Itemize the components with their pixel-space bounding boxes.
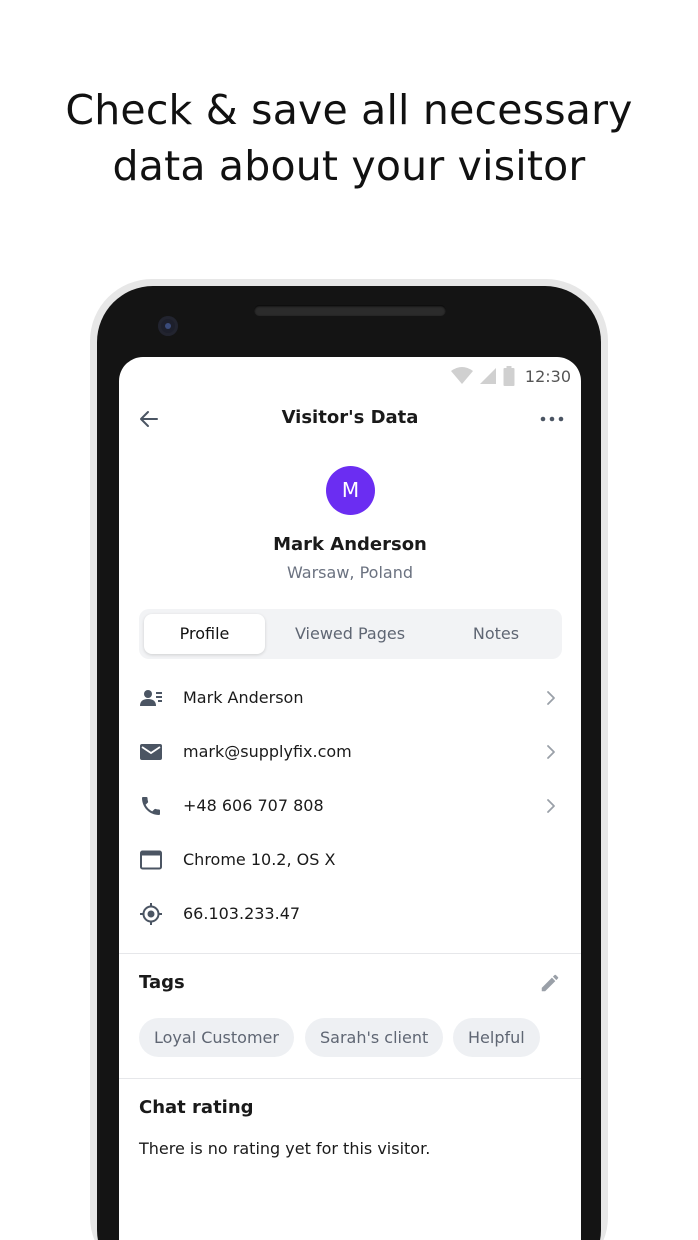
divider [119,953,581,954]
more-options-button[interactable] [539,407,565,431]
battery-icon [503,366,515,386]
headline-line-2: data about your visitor [112,142,586,190]
detail-row-phone[interactable]: +48 606 707 808 [119,779,581,833]
tab-profile[interactable]: Profile [144,614,265,654]
chevron-right-icon [547,745,555,759]
phone-screen: 12:30 Visitor's Data M Mark Anderson War… [119,357,581,1240]
phone-speaker [254,305,446,316]
app-header: Visitor's Data [119,401,581,437]
tags-title: Tags [139,972,185,993]
mail-icon [140,744,162,760]
chat-rating-title: Chat rating [139,1097,254,1118]
tab-notes[interactable]: Notes [435,614,557,654]
chevron-right-icon [547,799,555,813]
phone-icon [142,797,160,815]
status-bar: 12:30 [450,365,571,387]
headline: Check & save all necessary data about yo… [0,82,698,194]
headline-line-1: Check & save all necessary [65,86,633,134]
visitor-location: Warsaw, Poland [287,563,413,582]
person-card-icon [140,690,162,706]
divider [119,1078,581,1079]
browser-window-icon [140,850,162,870]
detail-text: 66.103.233.47 [183,904,301,923]
detail-text: Mark Anderson [183,688,304,707]
detail-text: +48 606 707 808 [183,796,324,815]
detail-row-email[interactable]: mark@supplyfix.com [119,725,581,779]
visitor-name: Mark Anderson [273,534,427,555]
page-title: Visitor's Data [281,407,419,428]
more-horizontal-icon [540,416,564,422]
wifi-icon [450,367,473,384]
pencil-icon [541,974,559,992]
edit-tags-button[interactable] [539,972,561,994]
detail-row-browser: Chrome 10.2, OS X [119,833,581,887]
phone-camera [158,316,178,336]
status-time: 12:30 [524,366,571,386]
tag-chip[interactable]: Helpful [453,1018,540,1057]
tag-chip[interactable]: Sarah's client [305,1018,444,1057]
chevron-right-icon [547,691,555,705]
tab-viewed-pages[interactable]: Viewed Pages [276,614,424,654]
location-target-icon [140,903,162,925]
tag-chip[interactable]: Loyal Customer [139,1018,294,1057]
detail-row-name[interactable]: Mark Anderson [119,671,581,725]
signal-icon [479,368,496,384]
detail-row-ip: 66.103.233.47 [119,887,581,941]
detail-text: Chrome 10.2, OS X [183,850,336,869]
tab-bar: Profile Viewed Pages Notes [139,609,562,659]
detail-text: mark@supplyfix.com [183,742,352,761]
avatar: M [326,466,375,515]
chat-rating-text: There is no rating yet for this visitor. [139,1139,431,1158]
